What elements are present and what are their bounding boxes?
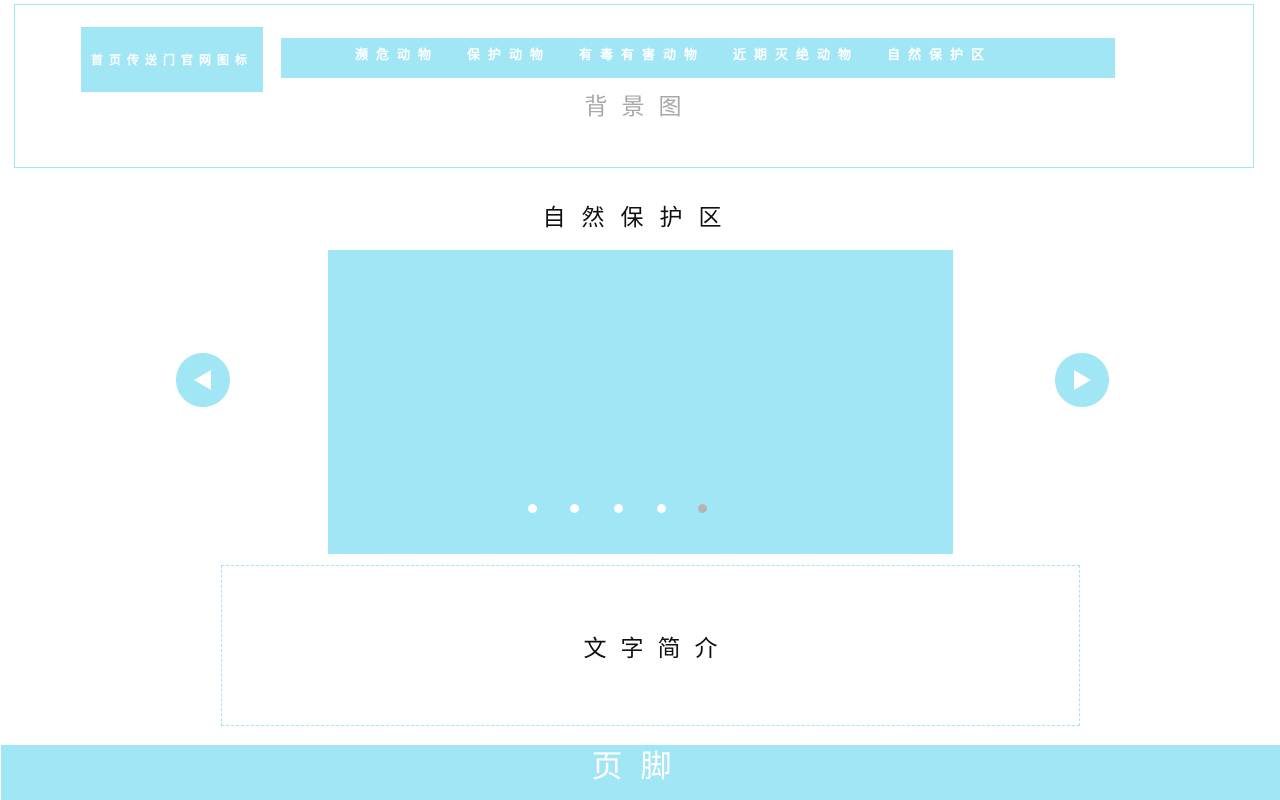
triangle-right-icon	[1074, 370, 1091, 390]
footer: 页脚	[1, 745, 1280, 800]
nav-item-nature-reserves[interactable]: 自然保护区	[887, 44, 992, 63]
nav-item-venomous-animals[interactable]: 有毒有害动物	[579, 44, 705, 63]
carousel-indicator-5[interactable]	[698, 504, 707, 513]
text-intro-box: 文字简介	[221, 565, 1080, 726]
nav-item-protected-animals[interactable]: 保护动物	[467, 44, 551, 63]
footer-label: 页脚	[591, 749, 690, 785]
top-nav: 濒危动物 保护动物 有毒有害动物 近期灭绝动物 自然保护区	[281, 38, 1115, 78]
nav-list: 濒危动物 保护动物 有毒有害动物 近期灭绝动物 自然保护区	[355, 44, 992, 63]
nav-item-recently-extinct-animals[interactable]: 近期灭绝动物	[733, 44, 859, 63]
section-title: 自然保护区	[542, 205, 738, 231]
carousel-next-button[interactable]	[1055, 353, 1109, 407]
carousel-slide[interactable]	[328, 250, 953, 554]
logo-text: 首页传送门官网图标	[90, 53, 253, 67]
home-portal-logo[interactable]: 首页传送门官网图标	[81, 27, 263, 92]
nav-item-endangered-animals[interactable]: 濒危动物	[355, 44, 439, 63]
triangle-left-icon	[194, 370, 211, 390]
carousel-indicator-2[interactable]	[570, 504, 579, 513]
carousel-indicator-1[interactable]	[528, 504, 537, 513]
carousel-indicator-3[interactable]	[614, 504, 623, 513]
background-image-placeholder: 背景图	[584, 94, 696, 120]
text-intro-label: 文字简介	[583, 635, 732, 662]
carousel-indicator-4[interactable]	[657, 504, 666, 513]
carousel-prev-button[interactable]	[176, 353, 230, 407]
